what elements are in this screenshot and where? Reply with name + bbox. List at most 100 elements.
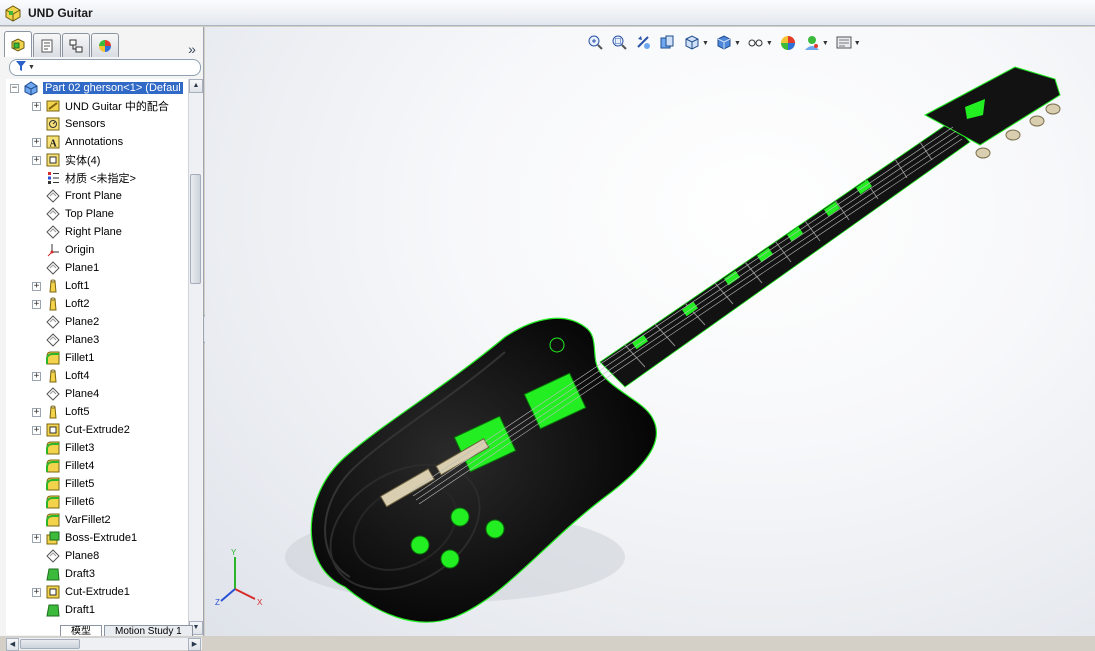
tree-item-part-02-gherson-1-defaul[interactable]: − Part 02 gherson<1> (Defaul: [10, 79, 183, 97]
cut-extrude-icon: [46, 585, 60, 599]
tree-item-[interactable]: 材质 <未指定>: [32, 169, 136, 187]
expand-icon[interactable]: +: [32, 155, 41, 165]
expand-icon[interactable]: +: [32, 371, 41, 381]
chevron-down-icon: ▼: [28, 64, 35, 71]
propertymanager-icon: [41, 39, 53, 52]
tab-displaymanager[interactable]: [91, 33, 119, 57]
expand-icon: [32, 606, 41, 615]
expand-icon: [32, 444, 41, 453]
horizontal-scroll-thumb[interactable]: [20, 639, 80, 649]
triad-z-label: Z: [215, 598, 220, 607]
tree-item-label: Boss-Extrude1: [65, 532, 138, 544]
plane-icon: [46, 315, 60, 329]
guitar-model[interactable]: [205, 27, 1095, 636]
tree-item-annotations[interactable]: + A Annotations: [32, 133, 123, 151]
tree-item-loft2[interactable]: + Loft2: [32, 295, 89, 313]
tree-item-fillet4[interactable]: Fillet4: [32, 457, 94, 475]
tree-item-cut-extrude2[interactable]: + Cut-Extrude2: [32, 421, 130, 439]
tab-model[interactable]: 模型: [60, 625, 102, 636]
tree-item-varfillet2[interactable]: VarFillet2: [32, 511, 111, 529]
tree-item-label: Fillet1: [65, 352, 95, 364]
pickup-selector-switch[interactable]: [549, 337, 565, 353]
expand-icon: [32, 498, 41, 507]
tree-item-right-plane[interactable]: Right Plane: [32, 223, 122, 241]
tab-motion-study-1[interactable]: Motion Study 1: [104, 625, 193, 636]
tree-item-front-plane[interactable]: Front Plane: [32, 187, 122, 205]
expand-icon: [32, 246, 41, 255]
part-icon: [24, 81, 38, 96]
tab-configurationmanager[interactable]: [62, 33, 90, 57]
expand-icon[interactable]: +: [32, 407, 41, 417]
tree-item-plane2[interactable]: Plane2: [32, 313, 99, 331]
tree-item-loft1[interactable]: + Loft1: [32, 277, 89, 295]
tree-item-4[interactable]: + 实体(4): [32, 151, 100, 169]
tree-horizontal-scrollbar[interactable]: ◀ ▶: [6, 637, 202, 651]
feature-manager-panel: » ▼ − Part 02 gherson<1> (Defaul + UND Guit…: [0, 27, 204, 651]
tree-item-fillet5[interactable]: Fillet5: [32, 475, 94, 493]
expand-icon[interactable]: +: [32, 425, 41, 435]
filter-icon: [16, 61, 26, 74]
fillet-icon: [46, 351, 60, 365]
boss-extrude-icon: [46, 531, 60, 545]
tree-item-fillet1[interactable]: Fillet1: [32, 349, 94, 367]
expand-icon: [32, 210, 41, 219]
tree-item-plane8[interactable]: Plane8: [32, 547, 99, 565]
draft-icon: [46, 604, 60, 617]
plane-icon: [46, 387, 60, 401]
tree-item-origin[interactable]: Origin: [32, 241, 94, 259]
tree-item-sensors[interactable]: Sensors: [32, 115, 105, 133]
tree-item-boss-extrude1[interactable]: + Boss-Extrude1: [32, 529, 137, 547]
expand-icon: [32, 336, 41, 345]
graphics-area[interactable]: ▼ ▼ ▼ ▼ ▼ Y X Z: [205, 27, 1095, 636]
loft-icon: [49, 405, 57, 419]
tree-item-label: Right Plane: [65, 226, 122, 238]
tree-item-label: Origin: [65, 244, 95, 256]
tree-item-cut-extrude1[interactable]: + Cut-Extrude1: [32, 583, 130, 601]
expand-icon[interactable]: +: [32, 299, 41, 309]
expand-icon[interactable]: +: [32, 101, 41, 111]
expand-panel-button[interactable]: »: [184, 41, 200, 57]
expand-icon: [32, 228, 41, 237]
material-icon: [48, 172, 59, 184]
tree-item-label: Fillet3: [65, 442, 95, 454]
annotation-icon: A: [46, 135, 60, 150]
tab-featuremanager-tree[interactable]: [4, 31, 32, 57]
expand-icon[interactable]: +: [32, 137, 41, 147]
fillet-icon: [46, 459, 60, 473]
tree-item-loft5[interactable]: + Loft5: [32, 403, 89, 421]
draft-icon: [46, 568, 60, 581]
expand-icon[interactable]: +: [32, 533, 41, 543]
scroll-left-arrow-icon[interactable]: ◀: [6, 638, 19, 651]
tree-item-plane4[interactable]: Plane4: [32, 385, 99, 403]
collapse-icon[interactable]: −: [10, 83, 19, 93]
sensor-icon: [46, 117, 60, 131]
expand-icon: [32, 570, 41, 579]
expand-icon[interactable]: +: [32, 281, 41, 291]
tree-item-plane3[interactable]: Plane3: [32, 331, 99, 349]
featuremanager-tree-icon: [11, 37, 25, 52]
tree-item-label: Sensors: [65, 118, 106, 130]
scroll-right-arrow-icon[interactable]: ▶: [188, 638, 201, 651]
tree-item-draft1[interactable]: Draft1: [32, 601, 95, 619]
plane-icon: [46, 189, 60, 203]
tree-item-plane1[interactable]: Plane1: [32, 259, 99, 277]
tree-item-fillet3[interactable]: Fillet3: [32, 439, 94, 457]
expand-icon: [32, 120, 41, 129]
expand-icon: [32, 192, 41, 201]
displaymanager-icon: [99, 39, 111, 52]
tree-item-label: Loft4: [65, 370, 90, 382]
expand-icon[interactable]: +: [32, 587, 41, 597]
tree-item-top-plane[interactable]: Top Plane: [32, 205, 114, 223]
tree-vertical-scrollbar[interactable]: ▲ ▼: [188, 79, 203, 635]
expand-icon: [32, 174, 41, 183]
scroll-up-arrow-icon[interactable]: ▲: [189, 79, 203, 93]
tree-item-draft3[interactable]: Draft3: [32, 565, 95, 583]
tab-propertymanager[interactable]: [33, 33, 61, 57]
expand-icon: [32, 264, 41, 273]
feature-filter-input[interactable]: ▼: [9, 59, 201, 76]
scroll-thumb[interactable]: [190, 174, 201, 284]
tree-item-fillet6[interactable]: Fillet6: [32, 493, 94, 511]
tree-item-und-guitar[interactable]: + UND Guitar 中的配合: [32, 97, 169, 115]
tree-item-label: 实体(4): [65, 155, 101, 167]
tree-item-loft4[interactable]: + Loft4: [32, 367, 89, 385]
